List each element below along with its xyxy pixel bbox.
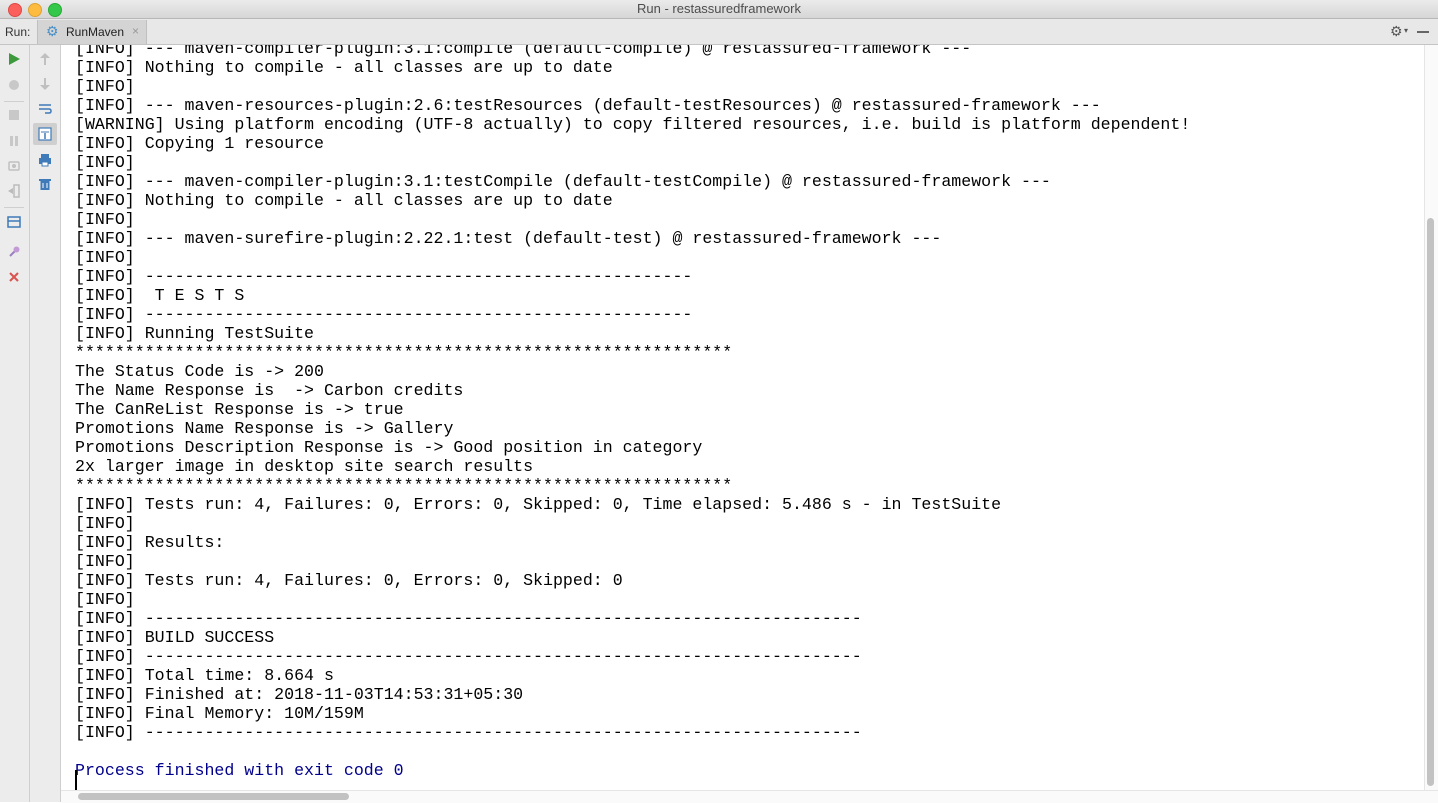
- window-title-bar: Run - restassuredframework: [0, 0, 1438, 19]
- run-toolbar-primary: [0, 45, 30, 802]
- console-line: The Name Response is -> Carbon credits: [75, 381, 464, 400]
- console-line: [INFO] Running TestSuite: [75, 324, 314, 343]
- tab-label: RunMaven: [66, 25, 125, 39]
- console-line: [INFO] Tests run: 4, Failures: 0, Errors…: [75, 495, 1002, 514]
- console-line: [INFO] ---------------------------------…: [75, 647, 862, 666]
- chevron-down-icon[interactable]: ▾: [1404, 26, 1408, 35]
- run-label: Run:: [5, 25, 31, 39]
- console-line: [INFO]: [75, 248, 135, 267]
- console-line: [INFO]: [75, 514, 135, 533]
- console-line: [INFO] BUILD SUCCESS: [75, 628, 275, 647]
- console-line: ****************************************…: [75, 476, 733, 495]
- console-line: [INFO]: [75, 77, 135, 96]
- exit-icon[interactable]: [4, 181, 24, 201]
- vertical-scrollbar-thumb[interactable]: [1427, 218, 1434, 786]
- console-line: [INFO] ---------------------------------…: [75, 723, 862, 742]
- console-lines: [INFO] --- maven-compiler-plugin:3.1:com…: [75, 45, 1190, 780]
- text-cursor: [75, 770, 77, 790]
- run-toolbar-secondary: [30, 45, 61, 802]
- console-line: Promotions Name Response is -> Gallery: [75, 419, 454, 438]
- arrow-down-icon[interactable]: [35, 74, 55, 94]
- console-line: [INFO]: [75, 210, 135, 229]
- dump-threads-icon[interactable]: [4, 156, 24, 176]
- console-line: [INFO] Tests run: 4, Failures: 0, Errors…: [75, 571, 623, 590]
- console-line: [INFO] --- maven-compiler-plugin:3.1:tes…: [75, 172, 1051, 191]
- console-line: [INFO] Nothing to compile - all classes …: [75, 58, 613, 77]
- trash-icon[interactable]: [35, 174, 55, 194]
- console-line: Process finished with exit code 0: [75, 761, 404, 780]
- console-line: [INFO]: [75, 153, 135, 172]
- console-line: [INFO] T E S T S: [75, 286, 245, 305]
- soft-wrap-icon[interactable]: [35, 99, 55, 119]
- console-line: [INFO] ---------------------------------…: [75, 305, 693, 324]
- scroll-to-end-icon[interactable]: [33, 123, 57, 145]
- horizontal-scrollbar-thumb[interactable]: [78, 793, 349, 800]
- tab-close-icon[interactable]: ×: [132, 24, 139, 38]
- close-icon[interactable]: [4, 267, 24, 287]
- stop-icon[interactable]: [4, 105, 24, 125]
- console-line: Promotions Description Response is -> Go…: [75, 438, 703, 457]
- rerun-icon[interactable]: [4, 49, 24, 69]
- console-line: The Status Code is -> 200: [75, 362, 324, 381]
- console-line: [INFO] Nothing to compile - all classes …: [75, 191, 613, 210]
- pin-tab-icon[interactable]: [4, 242, 24, 262]
- console-line: [INFO] Results:: [75, 533, 225, 552]
- console-line: [INFO]: [75, 552, 135, 571]
- console-line: [INFO] Finished at: 2018-11-03T14:53:31+…: [75, 685, 524, 704]
- run-tab-bar: Run: ⚙ RunMaven × ⚙ ▾: [0, 19, 1438, 45]
- pause-icon[interactable]: [4, 131, 24, 151]
- console-output[interactable]: [INFO] --- maven-compiler-plugin:3.1:com…: [61, 45, 1424, 790]
- print-icon[interactable]: [35, 150, 55, 170]
- restore-layout-icon[interactable]: [4, 212, 24, 232]
- tab-runmaven[interactable]: ⚙ RunMaven ×: [37, 20, 147, 44]
- settings-gear-icon[interactable]: ⚙: [1390, 23, 1403, 40]
- console-line: [INFO] --- maven-surefire-plugin:2.22.1:…: [75, 229, 942, 248]
- hide-panel-icon[interactable]: [1417, 31, 1429, 33]
- console-line: [INFO] ---------------------------------…: [75, 267, 693, 286]
- console-line: [INFO] Total time: 8.664 s: [75, 666, 334, 685]
- console-line: [INFO]: [75, 590, 135, 609]
- console-line: [INFO] Final Memory: 10M/159M: [75, 704, 364, 723]
- console-line: [INFO] Copying 1 resource: [75, 134, 324, 153]
- window-title: Run - restassuredframework: [637, 1, 801, 16]
- console-line: [WARNING] Using platform encoding (UTF-8…: [75, 115, 1191, 134]
- console-line: ****************************************…: [75, 343, 733, 362]
- arrow-up-icon[interactable]: [35, 49, 55, 69]
- console-line: [INFO] --- maven-resources-plugin:2.6:te…: [75, 96, 1101, 115]
- console-line: [INFO] ---------------------------------…: [75, 609, 862, 628]
- debug-icon[interactable]: [4, 75, 24, 95]
- console-line: 2x larger image in desktop site search r…: [75, 457, 534, 476]
- console-line: The CanReList Response is -> true: [75, 400, 404, 419]
- console-line: [INFO] --- maven-compiler-plugin:3.1:com…: [75, 45, 972, 58]
- maven-gear-icon: ⚙: [46, 23, 59, 39]
